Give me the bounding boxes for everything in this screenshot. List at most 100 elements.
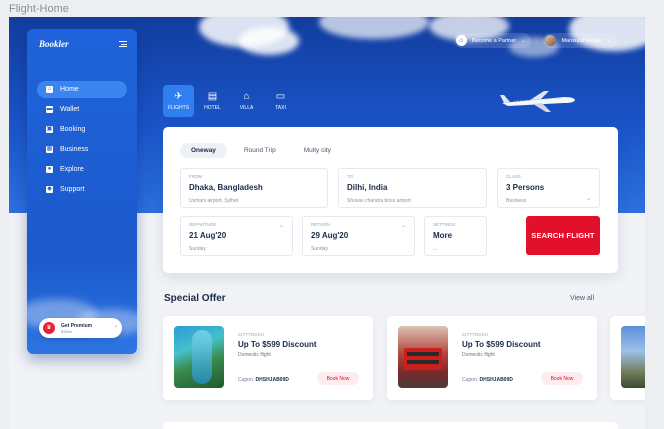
sidebar-item-label: Explore (60, 166, 84, 173)
chevron-down-icon: ⌄ (400, 223, 406, 229)
settings-field[interactable]: SETTINGS More ... (424, 216, 487, 256)
trip-option-multy-city[interactable]: Multy city (293, 143, 342, 158)
cloud (319, 17, 429, 39)
partner-home-icon: ⌂ (455, 35, 467, 46)
coupon-label: Cupon: (238, 377, 255, 383)
tab-taxi[interactable]: ▭ TAXI (265, 85, 296, 117)
sidebar-item-label: Business (60, 146, 89, 153)
sidebar-item-label: Booking (60, 126, 86, 133)
class-field[interactable]: CLASS 3 Persons Business ⌄ (497, 168, 600, 208)
departure-sub: Sunday (189, 246, 206, 252)
sidebar-item-business[interactable]: ▦ Business (37, 141, 127, 158)
tab-label: TAXI (275, 105, 286, 111)
booking-type-tabs: ✈ FLIGHTS ▤ HOTEL ⌂ VILLA ▭ TAXI (163, 85, 296, 117)
coupon-code: DHSHJAB09D (479, 377, 513, 383)
settings-label: SETTINGS (433, 222, 456, 227)
offer-tag: CITYTOUCH (462, 332, 489, 337)
partner-label: Become a Partner (471, 37, 517, 44)
flight-search-card: Oneway Round Trip Multy city FROM Dhaka, B… (163, 127, 618, 273)
from-label: FROM (189, 174, 203, 179)
tab-villa[interactable]: ⌂ VILLA (231, 85, 262, 117)
from-value: Dhaka, Bangladesh (189, 183, 263, 192)
offer-card[interactable]: CITYTOUCH Up To $599 Discount Domestic f… (387, 316, 597, 400)
tab-hotel[interactable]: ▤ HOTEL (197, 85, 228, 117)
settings-sub: ... (433, 246, 438, 252)
sidebar-item-wallet[interactable]: ▬ Wallet (37, 101, 127, 118)
booking-icon: ▣ (46, 126, 53, 133)
offer-subtitle: Domestic flight (462, 352, 495, 358)
cloud (239, 27, 299, 55)
become-partner-button[interactable]: ⌂ Become a Partner ⌄ (453, 33, 532, 48)
book-now-button[interactable]: Book Now (541, 372, 583, 385)
sidebar-item-label: Support (60, 186, 85, 193)
tab-label: VILLA (239, 105, 254, 111)
sidebar-item-booking[interactable]: ▣ Booking (37, 121, 127, 138)
return-sub: Sunday (311, 246, 328, 252)
sidebar-item-explore[interactable]: ● Explore (37, 161, 127, 178)
chevron-right-icon: › (115, 324, 117, 330)
offer-coupon: Cupon: DHSHJAB09D (462, 377, 513, 383)
return-label: RETURN (311, 222, 330, 227)
bottom-card-partial (163, 422, 618, 429)
chevron-down-icon: ⌄ (585, 196, 591, 202)
top-bar: ⌂ Become a Partner ⌄ Mansurul Haque ⌄ (453, 33, 617, 48)
book-now-button[interactable]: Book Now (317, 372, 359, 385)
home-icon: ⌂ (46, 86, 53, 93)
departure-label: DEPARTURE (189, 222, 217, 227)
chevron-down-icon: ⌄ (521, 37, 526, 44)
offer-title: Up To $599 Discount (462, 340, 541, 349)
globe-icon: ● (46, 166, 53, 173)
hamburger-menu-icon[interactable] (119, 41, 127, 47)
app-logo[interactable]: Bookler (39, 39, 69, 49)
offer-card[interactable]: CITYTOUCH Up To $599 Discount Domestic f… (163, 316, 373, 400)
premium-title: Get Premium (61, 322, 93, 329)
business-icon: ▦ (46, 146, 53, 153)
class-label: CLASS (506, 174, 521, 179)
offer-image (621, 326, 645, 388)
avatar (545, 35, 557, 46)
support-icon: ◆ (46, 186, 53, 193)
to-sub: Shuvas chandra bosu airport (347, 198, 411, 204)
user-menu-button[interactable]: Mansurul Haque ⌄ (543, 33, 617, 48)
class-value: 3 Persons (506, 183, 545, 192)
chevron-down-icon: ⌄ (606, 37, 611, 44)
trip-type-selector: Oneway Round Trip Multy city (180, 143, 342, 158)
tab-label: FLIGHTS (167, 105, 190, 111)
hotel-icon: ▤ (207, 91, 218, 102)
sidebar-nav: ⌂ Home ▬ Wallet ▣ Booking ▦ Business ● Explore ◆ Su… (37, 81, 127, 201)
tab-flights[interactable]: ✈ FLIGHTS (163, 85, 194, 117)
search-flight-button[interactable]: SEARCH FLIGHT (526, 216, 600, 255)
to-field[interactable]: TO Dilhi, India Shuvas chandra bosu airp… (338, 168, 487, 208)
departure-field[interactable]: DEPARTURE 21 Aug'20 Sunday ⌄ (180, 216, 293, 256)
view-all-link[interactable]: View all (570, 295, 594, 302)
get-premium-button[interactable]: ♛ Get Premium $38/m › (39, 318, 122, 338)
trip-option-oneway[interactable]: Oneway (180, 143, 227, 158)
from-field[interactable]: FROM Dhaka, Bangladesh Usmani airport, S… (180, 168, 328, 208)
sidebar-item-support[interactable]: ◆ Support (37, 181, 127, 198)
coupon-code: DHSHJAB09D (255, 377, 289, 383)
class-sub: Business (506, 198, 527, 204)
chevron-down-icon: ⌄ (278, 223, 284, 229)
premium-icon: ♛ (43, 322, 55, 334)
to-value: Dilhi, India (347, 183, 388, 192)
coupon-label: Cupon: (462, 377, 479, 383)
offer-tag: CITYTOUCH (238, 332, 265, 337)
premium-price: $38/m (61, 328, 73, 334)
offer-image (174, 326, 224, 388)
offer-title: Up To $599 Discount (238, 340, 317, 349)
to-label: TO (347, 174, 354, 179)
offer-image (398, 326, 448, 388)
sidebar-item-label: Wallet (60, 106, 80, 113)
sidebar-item-home[interactable]: ⌂ Home (37, 81, 127, 98)
frame-label: Flight-Home (9, 3, 69, 15)
return-field[interactable]: RETURN 29 Aug'20 Sunday ⌄ (302, 216, 415, 256)
offer-coupon: Cupon: DHSHJAB09D (238, 377, 289, 383)
flight-icon: ✈ (174, 91, 183, 102)
trip-option-round-trip[interactable]: Round Trip (233, 143, 287, 158)
taxi-icon: ▭ (275, 91, 286, 102)
sidebar-item-label: Home (60, 86, 79, 93)
return-value: 29 Aug'20 (311, 231, 349, 240)
app-canvas: ⌂ Become a Partner ⌄ Mansurul Haque ⌄ ✈ F… (9, 17, 645, 429)
tab-label: HOTEL (204, 105, 221, 111)
offer-card-partial[interactable] (610, 316, 645, 400)
